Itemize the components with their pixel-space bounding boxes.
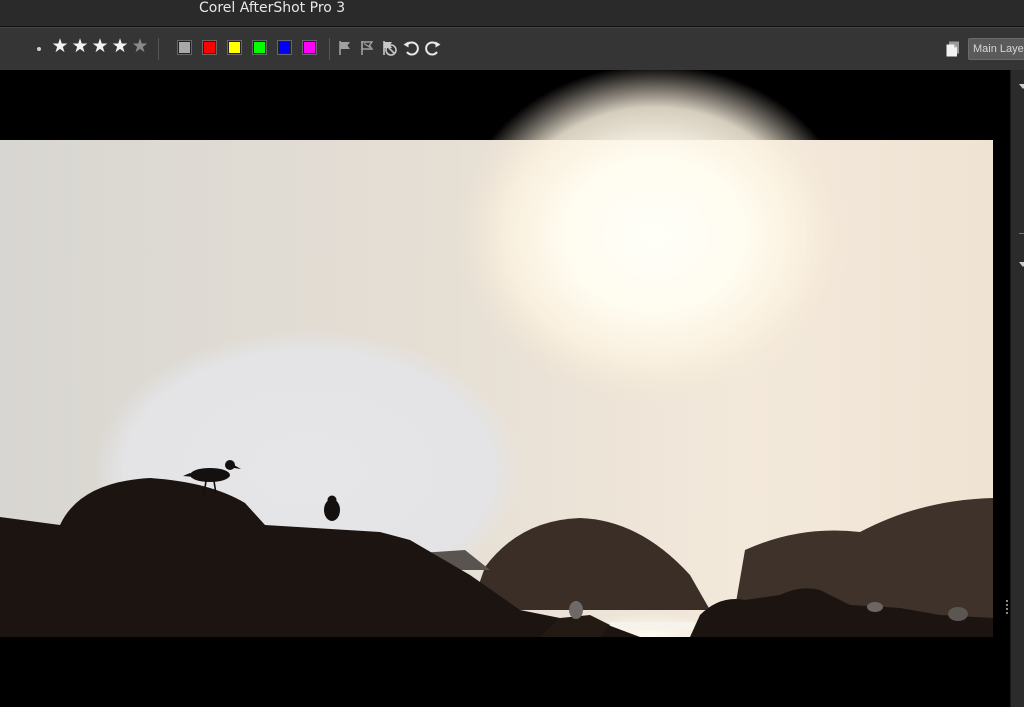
color-label-swatch-6[interactable] — [303, 41, 316, 54]
flag-rotate-tools — [336, 39, 442, 57]
title-bar: Corel AfterShot Pro 3 — [0, 0, 1024, 27]
layer-select[interactable]: Main Layer — [968, 38, 1024, 60]
flag-pick-icon[interactable] — [336, 39, 354, 57]
rotate-right-icon[interactable] — [424, 39, 442, 57]
toolbar: ★ ★ ★ ★ ★ Main Layer — [0, 27, 1024, 70]
color-label-swatch-4[interactable] — [253, 41, 266, 54]
toolbar-separator — [329, 38, 330, 60]
rating-stars: ★ ★ ★ ★ ★ — [50, 37, 150, 59]
color-label-swatch-1[interactable] — [178, 41, 191, 54]
rotate-left-icon[interactable] — [402, 39, 420, 57]
toolbar-separator — [158, 38, 159, 60]
panel-resize-handle[interactable] — [1006, 600, 1008, 616]
color-label-swatch-5[interactable] — [278, 41, 291, 54]
color-label-swatch-2[interactable] — [203, 41, 216, 54]
copy-document-icon[interactable] — [944, 40, 962, 58]
color-labels — [178, 41, 316, 54]
rating-star-2[interactable]: ★ — [70, 37, 90, 57]
flag-reject-icon[interactable] — [358, 39, 376, 57]
rating-star-1[interactable]: ★ — [50, 37, 70, 57]
rating-star-3[interactable]: ★ — [90, 37, 110, 57]
rating-star-5[interactable]: ★ — [130, 37, 150, 57]
panel-collapse-arrow-icon[interactable] — [1019, 262, 1024, 267]
right-panel — [1010, 70, 1024, 707]
unflag-icon[interactable] — [380, 39, 398, 57]
color-label-swatch-3[interactable] — [228, 41, 241, 54]
clear-rating-dot[interactable] — [37, 47, 41, 51]
rating-star-4[interactable]: ★ — [110, 37, 130, 57]
panel-collapse-arrow-icon[interactable] — [1019, 84, 1024, 89]
app-title: Corel AfterShot Pro 3 — [199, 0, 346, 16]
panel-divider — [1019, 233, 1024, 234]
photo-preview[interactable] — [0, 70, 993, 637]
